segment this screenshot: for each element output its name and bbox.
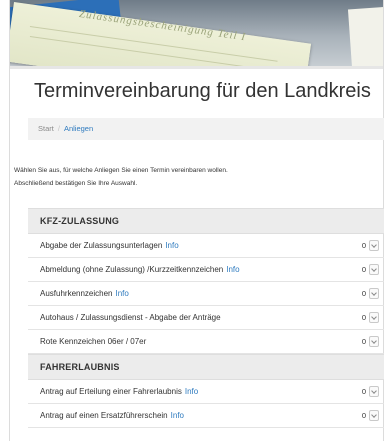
concern-label: Abgabe der Zulassungsunterlagen (40, 241, 163, 250)
breadcrumb-separator: / (57, 124, 60, 133)
concern-label: Antrag auf einen Ersatzführerschein (40, 411, 168, 420)
breadcrumb: Start / Anliegen (28, 118, 384, 140)
breadcrumb-start-link[interactable]: Start (38, 124, 54, 133)
breadcrumb-current[interactable]: Anliegen (64, 124, 93, 133)
concern-label: Ausfuhrkennzeichen (40, 289, 113, 298)
section-header: KFZ-ZULASSUNG (28, 208, 384, 234)
quantity-dropdown-chevron-icon[interactable] (369, 240, 379, 251)
concern-row: Autohaus / Zulassungsdienst - Abgabe der… (28, 306, 384, 330)
concern-row: Abmeldung (ohne Zulassung) /Kurzzeitkenn… (28, 258, 384, 282)
quantity-dropdown-chevron-icon[interactable] (369, 312, 379, 323)
info-link[interactable]: Info (171, 411, 184, 420)
quantity-dropdown-chevron-icon[interactable] (369, 386, 379, 397)
concern-label: Rote Kennzeichen 06er / 07er (40, 337, 147, 346)
quantity-value[interactable]: 0 (362, 380, 366, 403)
quantity-dropdown-chevron-icon[interactable] (369, 336, 379, 347)
quantity-dropdown-chevron-icon[interactable] (369, 288, 379, 299)
concern-label: Abmeldung (ohne Zulassung) /Kurzzeitkenn… (40, 265, 224, 274)
banner-document-paper (10, 2, 312, 66)
page-title: Terminvereinbarung für den Landkreis (34, 80, 371, 102)
quantity-dropdown-chevron-icon[interactable] (369, 264, 379, 275)
intro-line: Abschließend bestätigen Sie Ihre Auswahl… (14, 180, 138, 187)
info-link[interactable]: Info (165, 241, 178, 250)
concern-row: Antrag auf Erteilung einer Fahrerlaubnis… (28, 380, 384, 404)
info-link[interactable]: Info (185, 387, 198, 396)
banner-second-paper (347, 6, 384, 66)
quantity-value[interactable]: 0 (362, 258, 366, 281)
concern-table: KFZ-ZULASSUNG Abgabe der Zulassungsunterl… (28, 208, 384, 428)
concern-label: Antrag auf Erteilung einer Fahrerlaubnis (40, 387, 182, 396)
intro-text: Wählen Sie aus, für welche Anliegen Sie … (14, 164, 228, 190)
left-border (9, 0, 10, 441)
quantity-dropdown-chevron-icon[interactable] (369, 410, 379, 421)
section-header: FAHRERLAUBNIS (28, 354, 384, 380)
concern-label: Autohaus / Zulassungsdienst - Abgabe der… (40, 313, 221, 322)
info-link[interactable]: Info (116, 289, 129, 298)
concern-row: Rote Kennzeichen 06er / 07er 0 (28, 330, 384, 354)
page: Zulassungsbescheinigung Teil I Terminver… (0, 0, 384, 441)
quantity-value[interactable]: 0 (362, 282, 366, 305)
quantity-value[interactable]: 0 (362, 234, 366, 257)
quantity-value[interactable]: 0 (362, 330, 366, 353)
concern-row: Ausfuhrkennzeichen Info 0 (28, 282, 384, 306)
quantity-value[interactable]: 0 (362, 404, 366, 427)
info-link[interactable]: Info (226, 265, 239, 274)
concern-row: Antrag auf einen Ersatzführerschein Info 0 (28, 404, 384, 428)
quantity-value[interactable]: 0 (362, 306, 366, 329)
concern-row: Abgabe der Zulassungsunterlagen Info 0 (28, 234, 384, 258)
banner-divider (10, 66, 384, 69)
intro-line: Wählen Sie aus, für welche Anliegen Sie … (14, 167, 228, 174)
header-banner-image: Zulassungsbescheinigung Teil I (10, 0, 384, 66)
